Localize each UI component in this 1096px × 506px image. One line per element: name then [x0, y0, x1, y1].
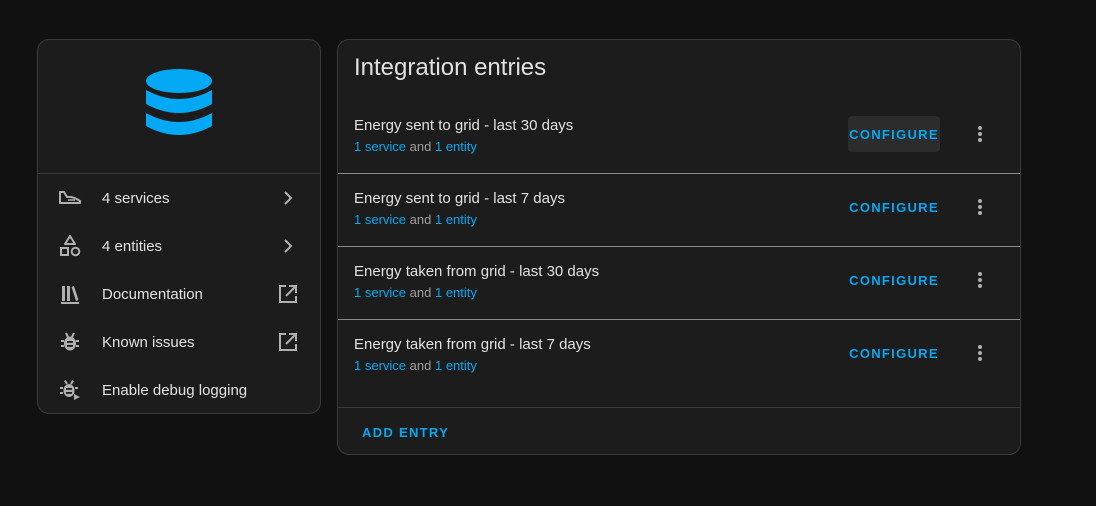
- integration-entries-card: Integration entries Energy sent to grid …: [337, 39, 1021, 455]
- chevron-right-icon: [276, 186, 300, 210]
- service-link[interactable]: 1 service: [354, 139, 406, 154]
- entry-title: Energy sent to grid - last 7 days: [354, 190, 565, 207]
- entry-row: Energy sent to grid - last 7 days 1 serv…: [338, 174, 1020, 247]
- services-item[interactable]: 4 services: [38, 174, 320, 222]
- chevron-right-icon: [276, 234, 300, 258]
- entry-row: Energy taken from grid - last 30 days 1 …: [338, 247, 1020, 320]
- add-entry-button[interactable]: ADD ENTRY: [354, 414, 457, 450]
- integration-info-card: 4 services 4 entities Documentation Know…: [37, 39, 321, 414]
- configure-button[interactable]: CONFIGURE: [848, 116, 940, 152]
- debug-logging-label: Enable debug logging: [102, 381, 248, 399]
- connector-text: and: [409, 285, 432, 300]
- open-in-new-icon: [276, 282, 300, 306]
- configure-button[interactable]: CONFIGURE: [848, 335, 940, 371]
- entry-title: Energy sent to grid - last 30 days: [354, 117, 574, 134]
- more-options-icon[interactable]: [968, 122, 992, 146]
- service-link[interactable]: 1 service: [354, 212, 406, 227]
- shapes-icon: [58, 234, 82, 258]
- bug-play-icon: [58, 378, 82, 402]
- entry-title: Energy taken from grid - last 7 days: [354, 336, 591, 353]
- documentation-item[interactable]: Documentation: [38, 270, 320, 318]
- documentation-label: Documentation: [102, 285, 203, 303]
- debug-logging-item[interactable]: Enable debug logging: [38, 366, 320, 413]
- more-options-icon[interactable]: [968, 268, 992, 292]
- database-icon: [144, 68, 214, 146]
- service-link[interactable]: 1 service: [354, 285, 406, 300]
- entry-title: Energy taken from grid - last 30 days: [354, 263, 600, 280]
- more-options-icon[interactable]: [968, 195, 992, 219]
- entry-row: Energy sent to grid - last 30 days 1 ser…: [338, 101, 1020, 174]
- known-issues-label: Known issues: [102, 333, 195, 351]
- entry-subtitle: 1 service and 1 entity: [354, 212, 477, 227]
- service-link[interactable]: 1 service: [354, 358, 406, 373]
- services-label: 4 services: [102, 189, 170, 207]
- configure-button[interactable]: CONFIGURE: [848, 189, 940, 225]
- open-in-new-icon: [276, 330, 300, 354]
- card-title: Integration entries: [354, 54, 547, 81]
- entry-subtitle: 1 service and 1 entity: [354, 358, 477, 373]
- entity-link[interactable]: 1 entity: [435, 285, 477, 300]
- connector-text: and: [409, 358, 432, 373]
- bookshelf-icon: [58, 282, 82, 306]
- configure-button[interactable]: CONFIGURE: [848, 262, 940, 298]
- entry-subtitle: 1 service and 1 entity: [354, 285, 477, 300]
- entity-link[interactable]: 1 entity: [435, 358, 477, 373]
- entity-link[interactable]: 1 entity: [435, 139, 477, 154]
- services-icon: [58, 186, 82, 210]
- integration-logo: [38, 40, 320, 174]
- entities-label: 4 entities: [102, 237, 163, 255]
- connector-text: and: [409, 139, 432, 154]
- entry-row: Energy taken from grid - last 7 days 1 s…: [338, 320, 1020, 393]
- entity-link[interactable]: 1 entity: [435, 212, 477, 227]
- entry-subtitle: 1 service and 1 entity: [354, 139, 477, 154]
- bug-icon: [58, 330, 82, 354]
- known-issues-item[interactable]: Known issues: [38, 318, 320, 366]
- card-actions: ADD ENTRY: [338, 407, 1020, 454]
- entities-item[interactable]: 4 entities: [38, 222, 320, 270]
- connector-text: and: [409, 212, 432, 227]
- more-options-icon[interactable]: [968, 341, 992, 365]
